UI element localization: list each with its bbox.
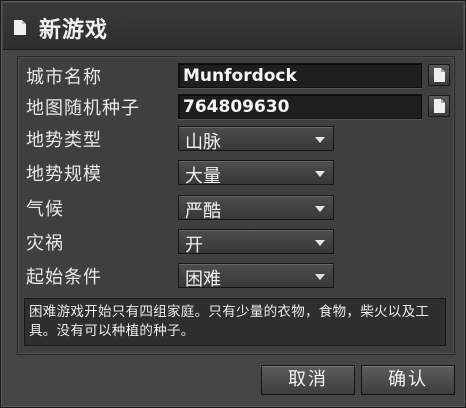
climate-dropdown[interactable]: 严酷	[178, 195, 334, 222]
document-icon	[13, 19, 27, 36]
map-seed-value: 764809630	[183, 97, 290, 117]
map-seed-input[interactable]: 764809630	[178, 94, 422, 119]
cancel-button[interactable]: 取消	[261, 365, 355, 395]
map-seed-file-button[interactable]	[428, 95, 450, 117]
terrain-type-value: 山脉	[185, 132, 221, 153]
chevron-down-icon	[315, 240, 325, 246]
confirm-button[interactable]: 确认	[361, 365, 455, 395]
city-name-label: 城市名称	[26, 67, 102, 88]
chevron-down-icon	[315, 206, 325, 212]
city-name-file-button[interactable]	[428, 64, 450, 86]
description-box: 困难游戏开始只有四组家庭。只有少量的衣物，食物，柴火以及工具。没有可以种植的种子…	[24, 298, 446, 346]
city-name-value: Munfordock	[183, 66, 297, 86]
dialog-title: 新游戏	[39, 18, 109, 43]
start-conditions-dropdown[interactable]: 困难	[178, 263, 334, 290]
climate-row: 气候 严酷	[18, 193, 454, 222]
disasters-row: 灾祸 开	[18, 227, 454, 256]
description-text: 困难游戏开始只有四组家庭。只有少量的衣物，食物，柴火以及工具。没有可以种植的种子…	[29, 304, 430, 339]
map-seed-label: 地图随机种子	[26, 98, 140, 119]
terrain-size-label: 地势规模	[26, 164, 102, 185]
terrain-size-value: 大量	[185, 166, 221, 187]
terrain-type-dropdown[interactable]: 山脉	[178, 126, 334, 153]
map-seed-row: 地图随机种子 764809630	[18, 92, 454, 120]
terrain-type-label: 地势类型	[26, 130, 102, 151]
chevron-down-icon	[315, 171, 325, 177]
chevron-down-icon	[315, 274, 325, 280]
new-game-dialog: 新游戏 城市名称 Munfordock 地图随机种子 764809630 地势类…	[0, 0, 466, 408]
file-icon	[434, 99, 445, 113]
confirm-button-label: 确认	[388, 369, 428, 390]
file-icon	[434, 68, 445, 82]
disasters-label: 灾祸	[26, 233, 64, 254]
climate-value: 严酷	[185, 201, 221, 222]
terrain-type-row: 地势类型 山脉	[18, 124, 454, 153]
terrain-size-row: 地势规模 大量	[18, 158, 454, 187]
city-name-row: 城市名称 Munfordock	[18, 61, 454, 89]
terrain-size-dropdown[interactable]: 大量	[178, 160, 334, 187]
start-conditions-row: 起始条件 困难	[18, 261, 454, 290]
disasters-dropdown[interactable]: 开	[178, 229, 334, 256]
city-name-input[interactable]: Munfordock	[178, 63, 422, 88]
chevron-down-icon	[315, 137, 325, 143]
start-conditions-value: 困难	[185, 269, 221, 290]
cancel-button-label: 取消	[288, 369, 328, 390]
start-conditions-label: 起始条件	[26, 267, 102, 288]
dialog-titlebar: 新游戏	[3, 3, 463, 50]
disasters-value: 开	[185, 235, 203, 256]
climate-label: 气候	[26, 199, 64, 220]
settings-panel: 城市名称 Munfordock 地图随机种子 764809630 地势类型 山脉…	[17, 56, 455, 355]
